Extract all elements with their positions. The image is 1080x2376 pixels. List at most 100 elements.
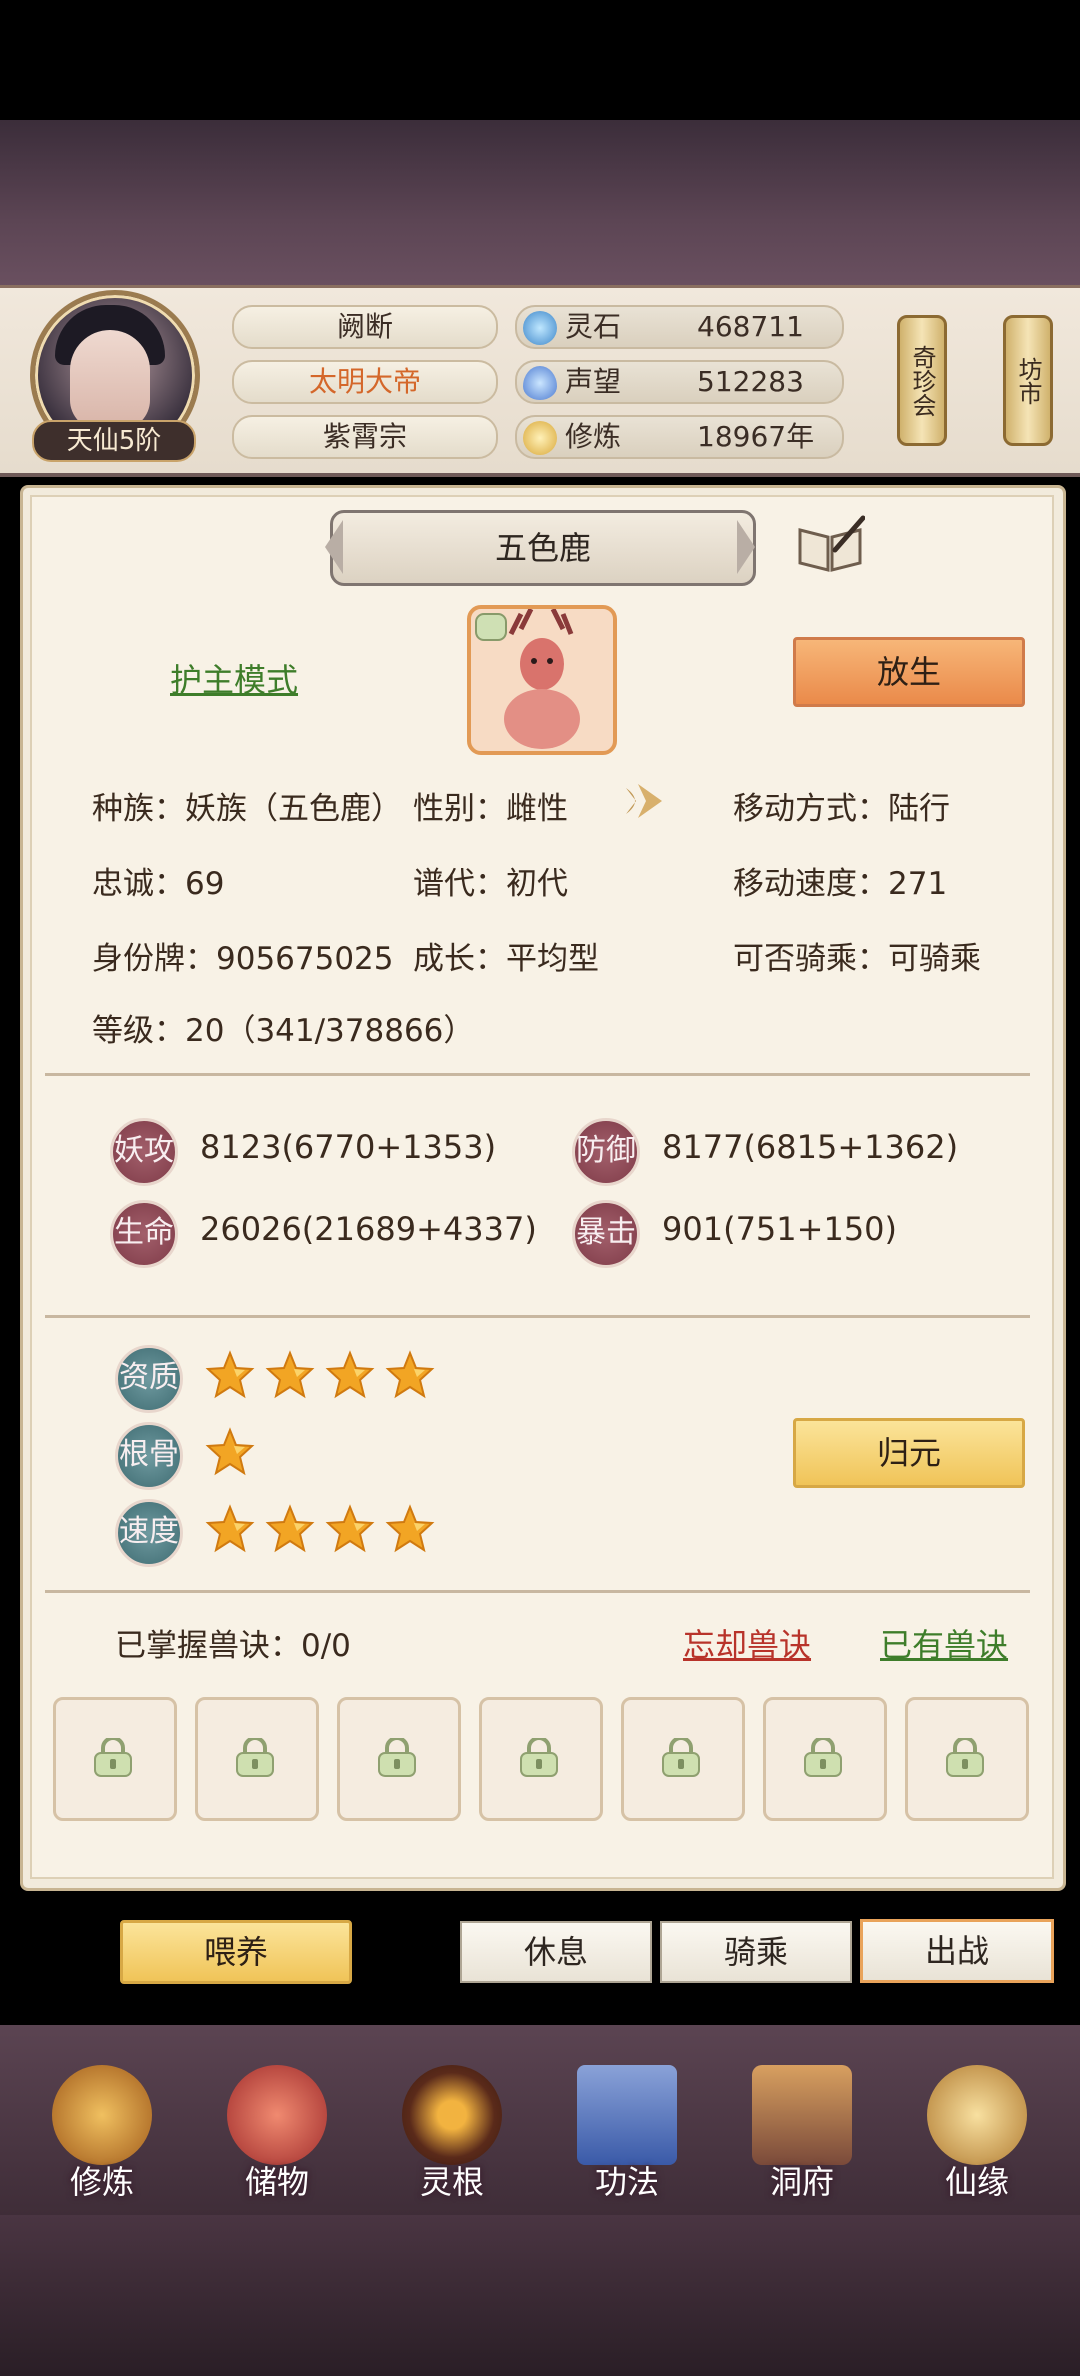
pet-move-type: 移动方式：陆行 bbox=[733, 791, 950, 827]
nav-storage[interactable]: 储物 bbox=[197, 2025, 357, 2215]
skill-slot[interactable] bbox=[763, 1697, 887, 1821]
lock-icon bbox=[236, 1738, 274, 1777]
divider bbox=[45, 1073, 1030, 1076]
stat-defense-value: 8177(6815+1362) bbox=[662, 1128, 959, 1166]
title-left-ornament bbox=[325, 520, 343, 574]
player-name: 阙断 bbox=[232, 305, 498, 349]
nav-label: 修炼 bbox=[69, 2163, 134, 2201]
player-sect: 紫霄宗 bbox=[232, 415, 498, 459]
pet-gender: 性别：雌性 bbox=[413, 791, 568, 827]
lock-icon bbox=[94, 1738, 132, 1777]
pet-generation: 谱代：初代 bbox=[413, 866, 568, 902]
stat-badge: 妖攻 bbox=[110, 1118, 178, 1186]
star-icon bbox=[385, 1350, 435, 1400]
stat-crit-value: 901(751+150) bbox=[662, 1210, 898, 1248]
star-icon bbox=[265, 1350, 315, 1400]
stat-badge: 防御 bbox=[572, 1118, 640, 1186]
stat-hp-value: 26026(21689+4337) bbox=[200, 1210, 537, 1248]
skill-slot[interactable] bbox=[479, 1697, 603, 1821]
shop-market-button[interactable]: 坊市 bbox=[1003, 315, 1053, 446]
lock-icon bbox=[662, 1738, 700, 1777]
top-background bbox=[0, 120, 1080, 288]
star-icon bbox=[325, 1504, 375, 1554]
feed-button[interactable]: 喂养 bbox=[120, 1920, 352, 1984]
stat-badge: 暴击 bbox=[572, 1200, 640, 1268]
pet-rideable: 可否骑乘：可骑乘 bbox=[733, 941, 981, 977]
prestige-icon bbox=[523, 366, 557, 400]
bottom-background bbox=[0, 2215, 1080, 2376]
nav-label: 储物 bbox=[244, 2163, 309, 2201]
nav-label: 功法 bbox=[594, 2163, 659, 2201]
skill-slot[interactable] bbox=[195, 1697, 319, 1821]
skill-slot[interactable] bbox=[905, 1697, 1029, 1821]
avatar-face bbox=[70, 330, 150, 430]
nav-fate[interactable]: 仙缘 bbox=[897, 2025, 1057, 2215]
star-icon bbox=[205, 1427, 255, 1477]
release-button[interactable]: 放生 bbox=[793, 637, 1025, 707]
cultivation-icon bbox=[523, 421, 557, 455]
stat-badge: 生命 bbox=[110, 1200, 178, 1268]
ride-button[interactable]: 骑乘 bbox=[660, 1921, 852, 1983]
nav-label: 灵根 bbox=[419, 2163, 484, 2201]
lock-icon bbox=[520, 1738, 558, 1777]
divider bbox=[45, 1590, 1030, 1593]
pet-portrait bbox=[467, 605, 617, 755]
cultivate-icon bbox=[52, 2065, 152, 2165]
spirit-stone-icon bbox=[523, 311, 557, 345]
quality-badge: 资质 bbox=[115, 1345, 183, 1413]
quality-stars-bone bbox=[205, 1427, 265, 1481]
stat-attack-value: 8123(6770+1353) bbox=[200, 1128, 497, 1166]
star-icon bbox=[385, 1504, 435, 1554]
nav-cave[interactable]: 洞府 bbox=[722, 2025, 882, 2215]
skill-slots bbox=[53, 1697, 1033, 1825]
nav-technique[interactable]: 功法 bbox=[547, 2025, 707, 2215]
pet-name-title: 五色鹿 bbox=[330, 510, 756, 586]
nav-label: 洞府 bbox=[769, 2163, 834, 2201]
guard-mode-link[interactable]: 护主模式 bbox=[170, 655, 298, 701]
resource-spirit-stone: 灵石 468711 bbox=[515, 305, 844, 349]
rank-badge: 天仙5阶 bbox=[32, 420, 196, 462]
skill-slot[interactable] bbox=[53, 1697, 177, 1821]
deer-icon bbox=[475, 607, 580, 749]
lock-icon bbox=[378, 1738, 416, 1777]
shop-treasure-button[interactable]: 奇珍会 bbox=[897, 315, 947, 446]
pet-level: 等级：20（341/378866） bbox=[92, 1013, 475, 1049]
resource-label: 修炼 bbox=[565, 420, 622, 453]
skill-slot[interactable] bbox=[621, 1697, 745, 1821]
resource-label: 灵石 bbox=[565, 310, 622, 343]
pet-id-tag: 身份牌：905675025 bbox=[92, 941, 394, 977]
resource-cultivation: 修炼 18967年 bbox=[515, 415, 844, 459]
nav-label: 仙缘 bbox=[944, 2163, 1009, 2201]
immortal-fate-icon bbox=[927, 2065, 1027, 2165]
resource-prestige: 声望 512283 bbox=[515, 360, 844, 404]
battle-button[interactable]: 出战 bbox=[860, 1919, 1054, 1983]
pet-race: 种族：妖族（五色鹿） bbox=[92, 791, 402, 827]
star-icon bbox=[205, 1350, 255, 1400]
pet-growth: 成长：平均型 bbox=[413, 941, 599, 977]
book-quill-icon[interactable] bbox=[795, 515, 865, 575]
lock-icon bbox=[946, 1738, 984, 1777]
return-origin-button[interactable]: 归元 bbox=[793, 1418, 1025, 1488]
quality-stars-speed bbox=[205, 1504, 445, 1558]
star-icon bbox=[325, 1350, 375, 1400]
quality-stars-aptitude bbox=[205, 1350, 445, 1404]
divider bbox=[45, 1315, 1030, 1318]
forget-skill-link[interactable]: 忘却兽诀 bbox=[683, 1620, 811, 1666]
cave-dwelling-icon bbox=[752, 2065, 852, 2165]
nav-spirit-root[interactable]: 灵根 bbox=[372, 2025, 532, 2215]
star-icon bbox=[205, 1504, 255, 1554]
pet-loyalty: 忠诚：69 bbox=[92, 866, 225, 902]
spirit-root-icon bbox=[402, 2065, 502, 2165]
skill-slot[interactable] bbox=[337, 1697, 461, 1821]
player-title[interactable]: 太明大帝 bbox=[232, 360, 498, 404]
star-icon bbox=[265, 1504, 315, 1554]
storage-bag-icon bbox=[227, 2065, 327, 2165]
resource-value: 468711 bbox=[697, 310, 804, 343]
arrow-right-icon[interactable] bbox=[620, 778, 666, 824]
owned-skills-link[interactable]: 已有兽诀 bbox=[880, 1620, 1008, 1666]
nav-cultivate[interactable]: 修炼 bbox=[22, 2025, 182, 2215]
resource-label: 声望 bbox=[565, 365, 622, 398]
title-right-ornament bbox=[737, 520, 755, 574]
rest-button[interactable]: 休息 bbox=[460, 1921, 652, 1983]
quality-badge: 速度 bbox=[115, 1499, 183, 1567]
